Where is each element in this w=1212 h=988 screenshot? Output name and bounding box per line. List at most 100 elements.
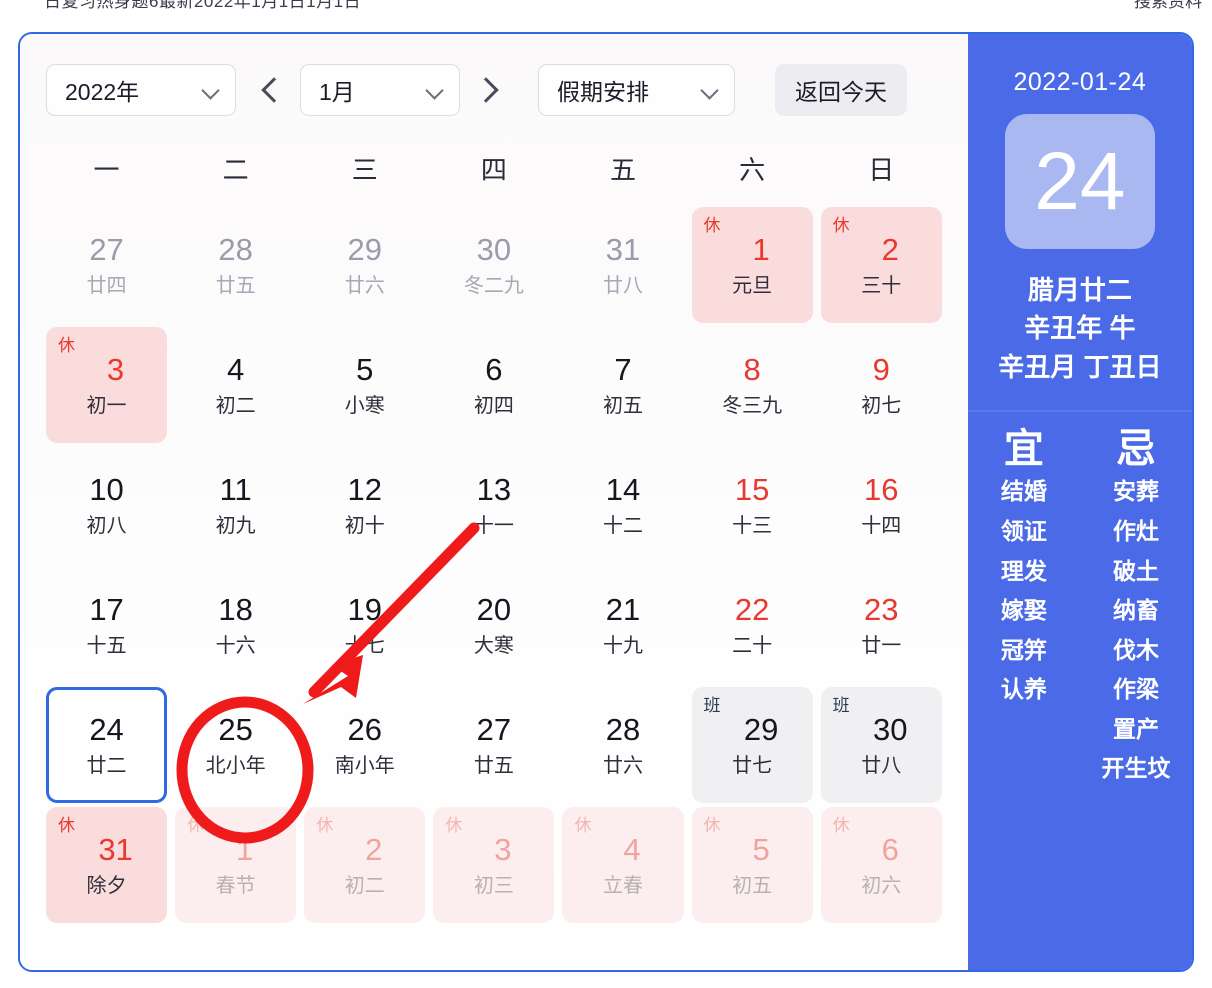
- year-select[interactable]: 2022年: [46, 64, 236, 116]
- day-number: 11: [219, 472, 252, 507]
- ji-item: 开生坟: [1101, 755, 1171, 782]
- calendar-day-cell[interactable]: 20 大寒: [433, 567, 554, 683]
- yi-item: 认养: [1000, 676, 1047, 703]
- calendar-day-cell[interactable]: 22 二十: [692, 567, 813, 683]
- calendar-day-cell[interactable]: 27 廿五: [433, 687, 554, 803]
- ji-item: 作灶: [1112, 517, 1159, 544]
- day-lunar-label: 初六: [861, 875, 902, 897]
- holiday-arrangement-select[interactable]: 假期安排: [538, 64, 735, 116]
- chevron-right-icon: [473, 77, 499, 103]
- calendar-day-cell[interactable]: 休 3 初一: [46, 327, 168, 443]
- calendar-day-cell[interactable]: 30 冬二九: [433, 207, 554, 323]
- day-lunar-label: 除夕: [86, 875, 127, 897]
- calendar-day-cell[interactable]: 休 1 元旦: [691, 207, 813, 323]
- weekday-label: 日: [868, 155, 895, 185]
- calendar-day-cell[interactable]: 12 初十: [304, 447, 425, 563]
- day-lunar-label: 初三: [473, 875, 514, 897]
- day-number: 23: [863, 592, 899, 627]
- calendar-day-cell[interactable]: 休 2 三十: [820, 207, 942, 323]
- calendar-day-cell[interactable]: 休 3 初三: [433, 807, 555, 923]
- lunar-month-day: 辛丑月 丁丑日: [998, 351, 1162, 382]
- day-lunar-label: 初二: [215, 395, 256, 417]
- weekday-label: 六: [739, 155, 766, 185]
- day-number: 30: [476, 232, 512, 267]
- calendar-day-cell[interactable]: 9 初七: [821, 327, 942, 443]
- cropped-header-text: 日复习热身题6最新2022年1月1日1月1日: [44, 0, 362, 11]
- holiday-badge: 休: [574, 816, 592, 835]
- calendar-day-cell[interactable]: 18 十六: [175, 567, 296, 683]
- calendar-day-cell[interactable]: 13 十一: [433, 447, 554, 563]
- yi-column: 宜 结婚 领证 理发 嫁娶 冠笄 认养: [968, 426, 1080, 788]
- day-number: 31: [605, 232, 641, 267]
- day-number: 1: [236, 832, 254, 867]
- day-lunar-label: 十四: [861, 515, 902, 537]
- prev-month-button[interactable]: [248, 64, 300, 116]
- calendar-day-cell[interactable]: 7 初五: [562, 327, 683, 443]
- day-lunar-label: 十九: [602, 635, 643, 657]
- calendar-day-cell[interactable]: 8 冬三九: [692, 327, 813, 443]
- calendar-day-cell[interactable]: 19 十七: [304, 567, 425, 683]
- calendar-day-cell[interactable]: 26 南小年: [304, 687, 425, 803]
- calendar-day-cell[interactable]: 14 十二: [562, 447, 683, 563]
- day-detail-sidebar: 2022-01-24 24 腊月廿二 辛丑年 牛 辛丑月 丁丑日 宜 结婚 领证理…: [967, 34, 1192, 970]
- sidebar-lunar-info: 腊月廿二 辛丑年 牛 辛丑月 丁丑日: [998, 271, 1161, 386]
- day-number: 28: [218, 232, 253, 267]
- calendar-day-cell[interactable]: 28 廿六: [562, 687, 683, 803]
- calendar-day-cell[interactable]: 17 十五: [46, 567, 167, 683]
- day-lunar-label: 冬二九: [463, 275, 524, 297]
- yi-items-list: 结婚 领证 理发 嫁娶 冠笄 认养: [968, 472, 1080, 709]
- calendar-day-cell[interactable]: 休 5 初五: [691, 807, 813, 923]
- chevron-left-icon: [261, 77, 287, 103]
- calendar-day-cell[interactable]: 31 廿八: [562, 207, 683, 323]
- calendar-card: 2022年 1月 假期安排 返回今天 一二三四五六日 27 廿四 28 廿五 2…: [18, 32, 1194, 972]
- calendar-day-cell[interactable]: 休 31 除夕: [46, 807, 168, 923]
- calendar-day-cell[interactable]: 29 廿六: [304, 207, 425, 323]
- weekday-label: 一: [93, 155, 120, 185]
- calendar-day-cell[interactable]: 6 初四: [433, 327, 554, 443]
- calendar-day-cell[interactable]: 10 初八: [46, 447, 167, 563]
- yi-ji-section: 宜 结婚 领证 理发 嫁娶 冠笄 认养 忌 安葬 作灶 破土 纳畜 伐木 作梁 置产 开生坟: [968, 412, 1192, 788]
- calendar-day-cell[interactable]: 4 初二: [175, 327, 296, 443]
- calendar-day-cell[interactable]: 5 小寒: [304, 327, 425, 443]
- weekday-label: 二: [222, 155, 249, 185]
- calendar-day-cell[interactable]: 班 30 廿八: [820, 687, 942, 803]
- day-number: 6: [485, 352, 503, 387]
- calendar-day-cell[interactable]: 27 廿四: [46, 207, 167, 323]
- calendar-day-cell[interactable]: 25 北小年: [175, 687, 296, 803]
- calendar-day-cell[interactable]: 21 十九: [562, 567, 683, 683]
- day-lunar-label: 南小年: [334, 755, 395, 777]
- day-lunar-label: 廿六: [344, 275, 385, 297]
- calendar-day-cell[interactable]: 16 十四: [821, 447, 942, 563]
- day-lunar-label: 十七: [344, 635, 385, 657]
- day-lunar-label: 初二: [344, 875, 385, 897]
- calendar-day-cell[interactable]: 28 廿五: [175, 207, 296, 323]
- month-select[interactable]: 1月: [300, 64, 460, 116]
- day-lunar-label: 廿四: [86, 275, 127, 297]
- day-number: 16: [863, 472, 899, 507]
- holiday-badge: 休: [703, 816, 721, 835]
- holiday-badge: 休: [58, 816, 75, 835]
- day-number: 9: [872, 352, 890, 387]
- calendar-day-cell[interactable]: 休 2 初二: [304, 807, 426, 923]
- calendar-day-cell[interactable]: 休 6 初六: [820, 807, 942, 923]
- yi-item: 理发: [1000, 557, 1047, 584]
- day-lunar-label: 春节: [215, 875, 256, 897]
- day-lunar-label: 十六: [215, 635, 256, 657]
- day-number: 12: [347, 472, 383, 507]
- calendar-day-cell[interactable]: 24 廿二: [46, 687, 168, 803]
- back-to-today-button[interactable]: 返回今天: [775, 64, 907, 116]
- day-lunar-label: 廿八: [602, 275, 643, 297]
- calendar-day-cell[interactable]: 休 4 立春: [562, 807, 684, 923]
- calendar-day-cell[interactable]: 23 廿一: [821, 567, 942, 683]
- calendar-day-cell[interactable]: 休 1 春节: [175, 807, 297, 923]
- yi-item: 领证: [1000, 517, 1047, 544]
- next-month-button[interactable]: [460, 64, 512, 116]
- day-number: 27: [89, 232, 124, 267]
- day-lunar-label: 初一: [86, 395, 127, 417]
- day-number: 7: [614, 352, 632, 387]
- calendar-day-cell[interactable]: 15 十三: [692, 447, 813, 563]
- calendar-day-cell[interactable]: 11 初九: [175, 447, 296, 563]
- day-lunar-label: 初四: [473, 395, 514, 417]
- day-number: 18: [218, 592, 253, 627]
- calendar-day-cell[interactable]: 班 29 廿七: [691, 687, 813, 803]
